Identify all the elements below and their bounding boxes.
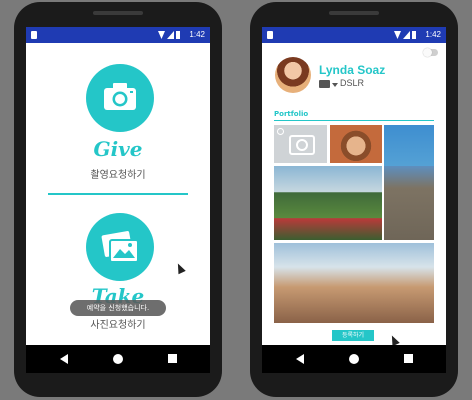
battery-icon	[176, 31, 180, 39]
photos-icon	[101, 231, 139, 263]
toast-message: 예약을 신청했습니다.	[70, 300, 166, 316]
camera-type[interactable]: DSLR	[340, 78, 364, 88]
recents-icon[interactable]	[168, 354, 177, 363]
status-icons	[156, 31, 180, 41]
speaker	[329, 11, 379, 15]
give-subtitle: 촬영요청하기	[90, 170, 146, 181]
wifi-icon	[158, 31, 165, 39]
give-button[interactable]	[86, 64, 154, 132]
battery-icon	[412, 31, 416, 39]
status-bar: 1:42	[26, 27, 210, 43]
sim-icon	[31, 31, 37, 39]
camera-icon	[319, 80, 330, 88]
give-title: Give	[93, 137, 143, 161]
status-icons	[392, 31, 416, 41]
nav-bar	[262, 345, 446, 373]
sim-icon	[267, 31, 273, 39]
add-photo-tile[interactable]	[274, 125, 327, 163]
phone-left: 1:42 Give 촬영요청하기 Take 사진요청하기 예약을 신청했습니다.	[14, 2, 222, 397]
status-bar: 1:42	[262, 27, 446, 43]
status-time: 1:42	[189, 30, 205, 39]
chevron-down-icon[interactable]	[332, 83, 338, 87]
cursor-icon	[174, 261, 186, 275]
screen-right: 1:42 Lynda Soaz DSLR Portfolio 등록하기	[262, 27, 446, 373]
portfolio-photo-elephant[interactable]	[384, 166, 434, 240]
record-icon	[277, 128, 284, 135]
portfolio-divider	[274, 120, 434, 121]
portfolio-photo-portrait[interactable]	[330, 125, 382, 163]
avatar[interactable]	[275, 57, 311, 93]
register-button[interactable]: 등록하기	[332, 330, 374, 341]
camera-lens	[296, 139, 308, 151]
nav-bar	[26, 345, 210, 373]
wifi-icon	[394, 31, 401, 39]
back-icon[interactable]	[296, 354, 304, 364]
signal-icon	[403, 31, 410, 39]
home-icon[interactable]	[349, 354, 359, 364]
portfolio-photo-hammock[interactable]	[274, 166, 382, 240]
take-subtitle: 사진요청하기	[90, 320, 146, 331]
speaker	[93, 11, 143, 15]
divider	[48, 193, 188, 195]
recents-icon[interactable]	[404, 354, 413, 363]
portfolio-photo-crowd[interactable]	[274, 243, 434, 323]
availability-toggle[interactable]	[423, 48, 438, 57]
signal-icon	[167, 31, 174, 39]
portfolio-heading: Portfolio	[274, 110, 309, 118]
status-time: 1:42	[425, 30, 441, 39]
take-button[interactable]	[86, 213, 154, 281]
profile-name: Lynda Soaz	[319, 63, 386, 77]
back-icon[interactable]	[60, 354, 68, 364]
home-icon[interactable]	[113, 354, 123, 364]
camera-icon	[104, 83, 136, 110]
screen-left: 1:42 Give 촬영요청하기 Take 사진요청하기 예약을 신청했습니다.	[26, 27, 210, 373]
phone-right: 1:42 Lynda Soaz DSLR Portfolio 등록하기	[250, 2, 458, 397]
